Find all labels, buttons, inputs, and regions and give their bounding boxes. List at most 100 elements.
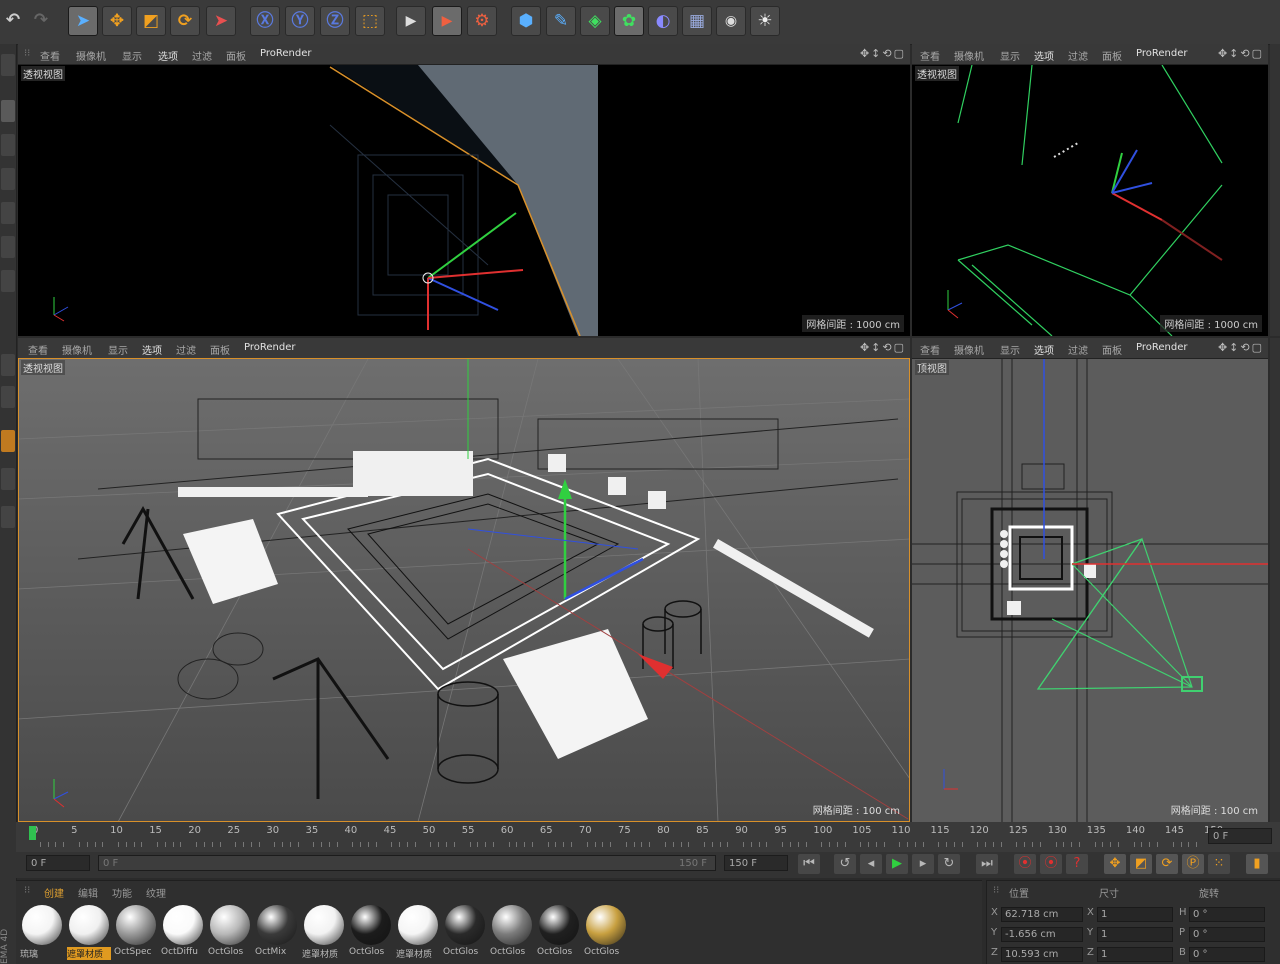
rotation-field[interactable]: 0 °	[1189, 947, 1265, 962]
material-swatch[interactable]: OctGlos	[490, 905, 534, 957]
rotation-field[interactable]: 0 °	[1189, 907, 1265, 922]
material-menu-edit[interactable]: 编辑	[78, 885, 98, 900]
menu-prorender[interactable]: ProRender	[1136, 342, 1187, 353]
viewport-top-right[interactable]: 查看 摄像机 显示 选项 过滤 面板 ProRender ✥↕⟲▢ 透视视图 网	[912, 44, 1268, 336]
menu-camera[interactable]: 摄像机	[62, 342, 92, 357]
z-axis-lock-button[interactable]: Ⓩ	[320, 6, 350, 36]
menu-display[interactable]: 显示	[122, 48, 142, 63]
model-mode-button[interactable]	[1, 100, 15, 122]
floor-button[interactable]: ▦	[682, 6, 712, 36]
position-field[interactable]: -1.656 cm	[1001, 927, 1083, 942]
menu-options[interactable]: 选项	[1034, 342, 1054, 357]
menu-prorender[interactable]: ProRender	[260, 48, 311, 59]
next-frame-button[interactable]: ▸	[912, 854, 934, 874]
menu-filter[interactable]: 过滤	[1068, 342, 1088, 357]
rotation-field[interactable]: 0 °	[1189, 927, 1265, 942]
play-button[interactable]: ▶	[886, 854, 908, 874]
render-settings-button[interactable]: ⚙	[467, 6, 497, 36]
timeline-ruler[interactable]: 0510152025303540455055606570758085909510…	[32, 822, 1223, 852]
menu-view[interactable]: 查看	[28, 342, 48, 357]
key-scale-button[interactable]: ◩	[1130, 854, 1152, 874]
move-tool-button[interactable]: ✥	[102, 6, 132, 36]
menu-camera[interactable]: 摄像机	[954, 342, 984, 357]
render-picture-viewer-button[interactable]: ▶	[432, 6, 462, 36]
timeline-playhead[interactable]	[29, 826, 36, 840]
viewport-scroll-right[interactable]	[1270, 44, 1280, 336]
axis-mode-button[interactable]	[1, 354, 15, 376]
material-swatch[interactable]: 遮罩材质	[67, 905, 111, 960]
end-frame-field[interactable]: 150 F	[724, 855, 788, 871]
camera-button[interactable]: ◉	[716, 6, 746, 36]
menu-options[interactable]: 选项	[158, 48, 178, 63]
position-field[interactable]: 62.718 cm	[1001, 907, 1083, 922]
keyframe-selection-button[interactable]: ?	[1066, 854, 1088, 874]
recent-tool-button[interactable]: ➤	[206, 6, 236, 36]
material-swatch[interactable]: OctMix	[255, 905, 299, 957]
menu-options[interactable]: 选项	[142, 342, 162, 357]
light-button[interactable]: ☀	[750, 6, 780, 36]
size-field[interactable]: 1	[1097, 927, 1173, 942]
deformer-button[interactable]: ◐	[648, 6, 678, 36]
menu-camera[interactable]: 摄像机	[76, 48, 106, 63]
current-frame-field[interactable]: 0 F	[1208, 828, 1272, 844]
previous-keyframe-button[interactable]: ↺	[834, 854, 856, 874]
go-to-end-button[interactable]: ⏭	[976, 854, 998, 874]
tweak-mode-button[interactable]	[1, 386, 15, 408]
material-swatch[interactable]: 琉璃	[20, 905, 64, 960]
planar-workplane-button[interactable]	[1, 506, 15, 528]
material-swatch[interactable]: OctDiffu	[161, 905, 205, 957]
lock-workplane-button[interactable]	[1, 468, 15, 490]
menu-view[interactable]: 查看	[920, 342, 940, 357]
material-menu-create[interactable]: 创建	[44, 885, 64, 900]
material-swatch[interactable]: OctGlos	[443, 905, 487, 957]
rotate-tool-button[interactable]: ⟳	[170, 6, 200, 36]
menu-display[interactable]: 显示	[1000, 342, 1020, 357]
material-swatch[interactable]: OctSpec	[114, 905, 158, 957]
menu-filter[interactable]: 过滤	[1068, 48, 1088, 63]
position-field[interactable]: 10.593 cm	[1001, 947, 1083, 962]
menu-prorender[interactable]: ProRender	[244, 342, 295, 353]
viewport-nav-icons[interactable]: ✥↕⟲▢	[860, 47, 906, 60]
redo-button[interactable]: ↷	[26, 6, 56, 36]
material-swatch[interactable]: OctGlos	[349, 905, 393, 957]
scale-tool-button[interactable]: ◩	[136, 6, 166, 36]
subdivision-button[interactable]: ◈	[580, 6, 610, 36]
menu-display[interactable]: 显示	[108, 342, 128, 357]
autokey-button[interactable]: ⦿	[1040, 854, 1062, 874]
viewport-nav-icons[interactable]: ✥↕⟲▢	[860, 341, 906, 354]
material-swatch[interactable]: OctGlos	[208, 905, 252, 957]
key-position-button[interactable]: ✥	[1104, 854, 1126, 874]
key-rotation-button[interactable]: ⟳	[1156, 854, 1178, 874]
timeline[interactable]: 0510152025303540455055606570758085909510…	[16, 822, 1280, 852]
frame-range-slider[interactable]: 0 F 150 F	[98, 855, 716, 871]
menu-panel[interactable]: 面板	[1102, 342, 1122, 357]
menu-panel[interactable]: 面板	[226, 48, 246, 63]
timeline-window-button[interactable]: ▮	[1246, 854, 1268, 874]
next-keyframe-button[interactable]: ↻	[938, 854, 960, 874]
viewport-scroll-right-lower[interactable]	[1270, 338, 1280, 822]
menu-options[interactable]: 选项	[1034, 48, 1054, 63]
previous-frame-button[interactable]: ◂	[860, 854, 882, 874]
viewport-top-left[interactable]: ⁝⁝ 查看 摄像机 显示 选项 过滤 面板 ProRender ✥↕⟲▢ 透视视…	[18, 44, 910, 336]
viewport-bottom-right[interactable]: 查看 摄像机 显示 选项 过滤 面板 ProRender ✥↕⟲▢ 顶视图 网格…	[912, 338, 1268, 822]
select-tool-button[interactable]: ➤	[68, 6, 98, 36]
undo-button[interactable]: ↶	[0, 6, 28, 36]
menu-view[interactable]: 查看	[40, 48, 60, 63]
size-field[interactable]: 1	[1097, 907, 1173, 922]
material-swatch[interactable]: 遮罩材质	[396, 905, 440, 960]
material-swatch[interactable]: OctGlos	[584, 905, 628, 957]
menu-display[interactable]: 显示	[1000, 48, 1020, 63]
menu-prorender[interactable]: ProRender	[1136, 48, 1187, 59]
menu-filter[interactable]: 过滤	[176, 342, 196, 357]
menu-view[interactable]: 查看	[920, 48, 940, 63]
viewport-nav-icons[interactable]: ✥↕⟲▢	[1218, 47, 1264, 60]
material-menu-texture[interactable]: 纹理	[146, 885, 166, 900]
workplane-mode-button[interactable]	[1, 168, 15, 190]
key-pla-button[interactable]: ⁙	[1208, 854, 1230, 874]
snap-button[interactable]	[1, 430, 15, 452]
pen-tool-button[interactable]: ✎	[546, 6, 576, 36]
start-frame-field[interactable]: 0 F	[26, 855, 90, 871]
material-menu-function[interactable]: 功能	[112, 885, 132, 900]
material-swatch[interactable]: 遮罩材质	[302, 905, 346, 960]
size-field[interactable]: 1	[1097, 947, 1173, 962]
